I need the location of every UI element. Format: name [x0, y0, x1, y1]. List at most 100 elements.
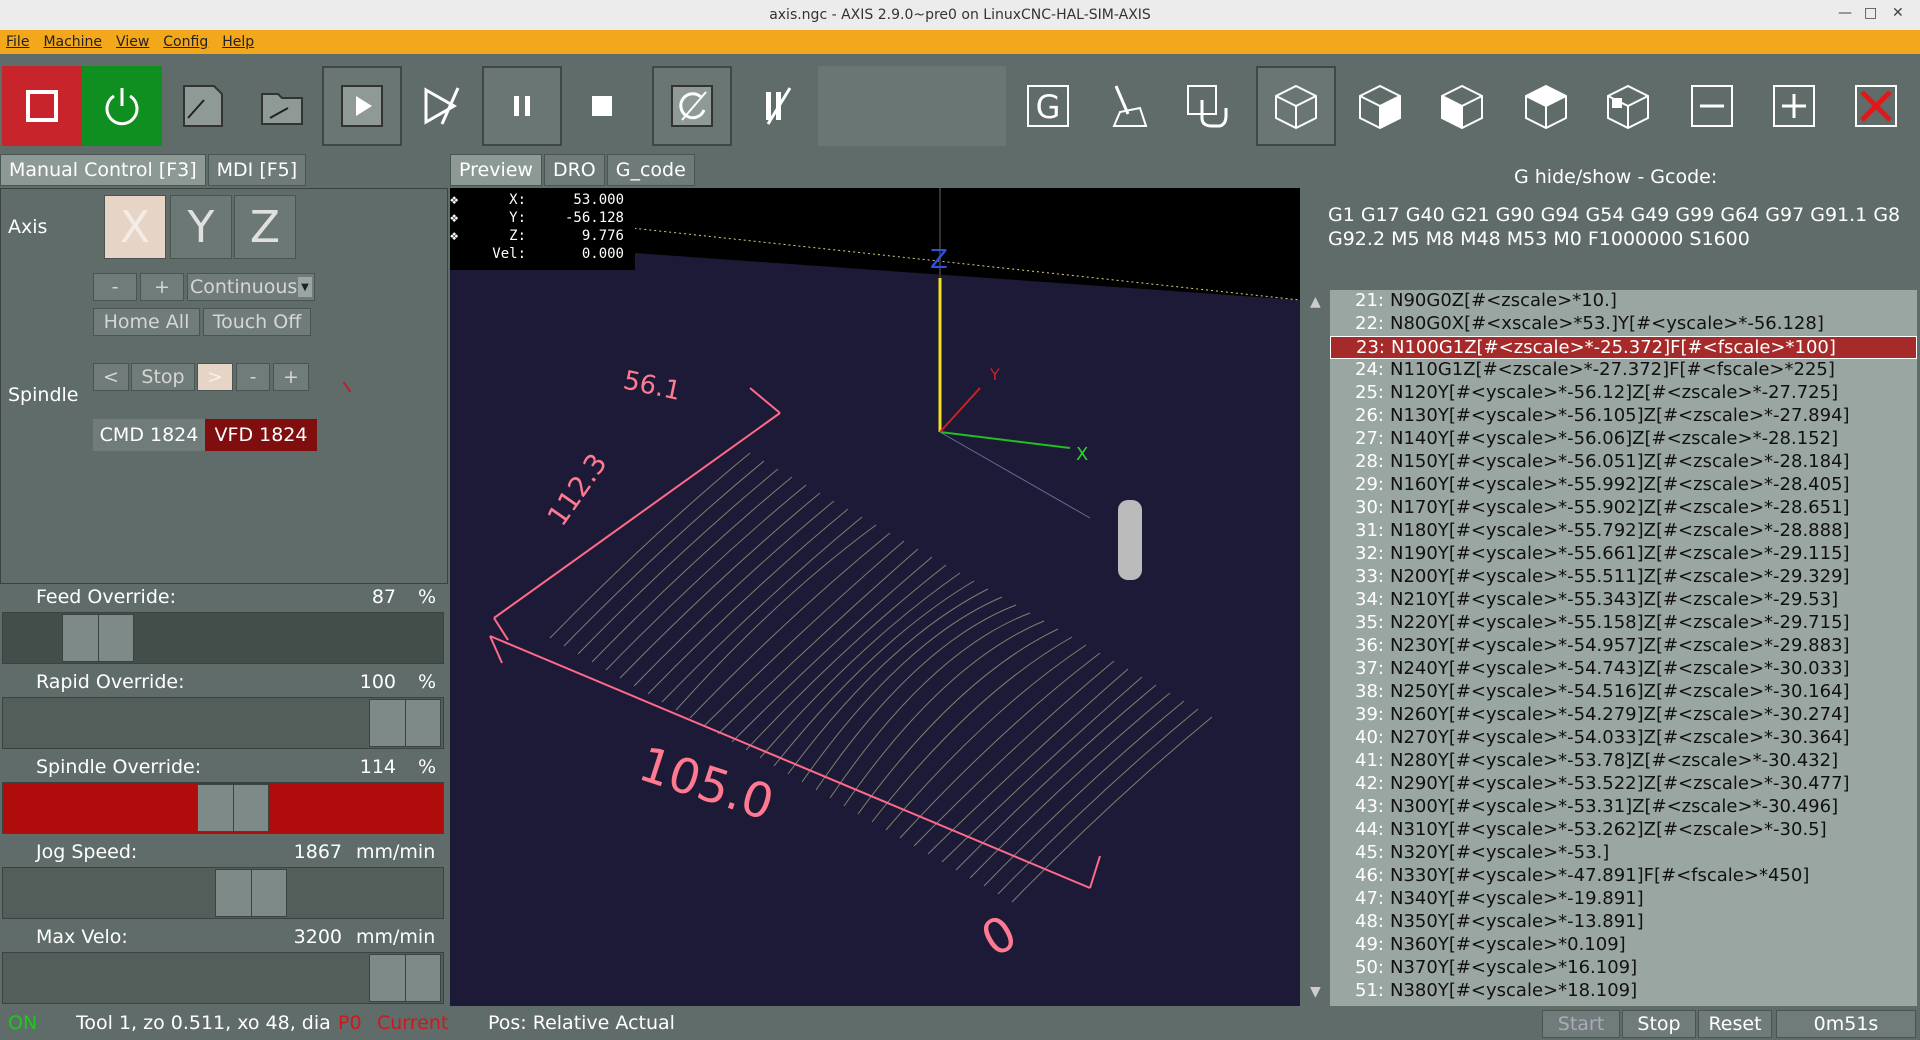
run-button[interactable]: [322, 66, 402, 146]
status-stop-button[interactable]: Stop: [1622, 1010, 1696, 1038]
gcode-line[interactable]: 32: N190Y[#<yscale>*-55.661]Z[#<zscale>*-…: [1330, 543, 1917, 566]
optional-stop-button[interactable]: [736, 66, 816, 146]
gcode-line[interactable]: 27: N140Y[#<yscale>*-56.06]Z[#<zscale>*-2…: [1330, 428, 1917, 451]
tab-gcode[interactable]: G_code: [606, 154, 695, 186]
tab-mdi[interactable]: MDI [F5]: [207, 154, 307, 186]
step-icon: [424, 87, 460, 125]
menu-view[interactable]: View: [116, 34, 149, 50]
spindle-increase-button[interactable]: +: [273, 363, 309, 391]
jog-speed: Jog Speed: 1867 mm/min: [0, 839, 446, 919]
step-button[interactable]: [402, 66, 482, 146]
gcode-line[interactable]: 35: N220Y[#<yscale>*-55.158]Z[#<zscale>*-…: [1330, 612, 1917, 635]
axis-y-button[interactable]: Y: [170, 195, 232, 259]
view-top-button[interactable]: [1340, 66, 1420, 146]
preview-canvas[interactable]: 56.1 112.3 105.0 0 Z X Y ❖ X: 53.000 ❖ Y: -5…: [450, 188, 1300, 1006]
menu-machine[interactable]: Machine: [43, 34, 102, 50]
view-side-button[interactable]: [1506, 66, 1586, 146]
gcode-line[interactable]: 36: N230Y[#<yscale>*-54.957]Z[#<zscale>*-…: [1330, 635, 1917, 658]
gcode-line[interactable]: 28: N150Y[#<yscale>*-56.051]Z[#<zscale>*-…: [1330, 451, 1917, 474]
minimize-icon[interactable]: —: [1838, 5, 1852, 21]
gcode-line[interactable]: 26: N130Y[#<yscale>*-56.105]Z[#<zscale>*-…: [1330, 405, 1917, 428]
gcode-line[interactable]: 49: N360Y[#<yscale>*0.109]: [1330, 934, 1917, 957]
gcode-line[interactable]: 42: N290Y[#<yscale>*-53.522]Z[#<zscale>*-…: [1330, 773, 1917, 796]
menu-help[interactable]: Help: [222, 34, 254, 50]
gcode-line[interactable]: 39: N260Y[#<yscale>*-54.279]Z[#<zscale>*-…: [1330, 704, 1917, 727]
gcode-line[interactable]: 50: N370Y[#<yscale>*16.109]: [1330, 957, 1917, 980]
jog-minus-button[interactable]: -: [93, 273, 137, 301]
estop-button[interactable]: [2, 66, 82, 146]
open-file-button[interactable]: [162, 66, 242, 146]
spindle-override-thumb[interactable]: [197, 784, 269, 832]
reload-file-button[interactable]: [242, 66, 322, 146]
max-velocity-thumb[interactable]: [369, 954, 441, 1002]
view-front-button[interactable]: [1422, 66, 1502, 146]
gcode-scrollbar[interactable]: ▲ ▼: [1308, 294, 1326, 1006]
tab-dro[interactable]: DRO: [543, 154, 605, 186]
pause-button[interactable]: [482, 66, 562, 146]
zoom-in-button[interactable]: [1754, 66, 1834, 146]
stop-button[interactable]: [562, 66, 642, 146]
view-iso-button[interactable]: [1256, 66, 1336, 146]
tab-manual-control[interactable]: Manual Control [F3]: [0, 154, 206, 186]
clear-plot-button[interactable]: [1088, 66, 1168, 146]
spindle-override-slider[interactable]: [2, 782, 444, 834]
g-button[interactable]: G: [1008, 66, 1088, 146]
rapid-override-thumb[interactable]: [369, 699, 441, 747]
menu-file[interactable]: File: [6, 34, 29, 50]
gcode-line[interactable]: 40: N270Y[#<yscale>*-54.033]Z[#<zscale>*-…: [1330, 727, 1917, 750]
view-p-button[interactable]: [1588, 66, 1668, 146]
spindle-ccw-button[interactable]: <: [93, 363, 129, 391]
tool-cylinder: [1118, 500, 1142, 580]
jog-speed-slider[interactable]: [2, 867, 444, 919]
gcode-line[interactable]: 38: N250Y[#<yscale>*-54.516]Z[#<zscale>*-…: [1330, 681, 1917, 704]
gcode-header-title[interactable]: G hide/show - Gcode:: [1514, 166, 1717, 188]
gcode-line[interactable]: 41: N280Y[#<yscale>*-53.78]Z[#<zscale>*-3…: [1330, 750, 1917, 773]
feed-override-slider[interactable]: [2, 612, 444, 664]
spindle-decrease-button[interactable]: -: [236, 363, 270, 391]
gcode-line[interactable]: 21: N90G0Z[#<zscale>*10.]: [1330, 290, 1917, 313]
zoom-out-button[interactable]: [1672, 66, 1752, 146]
scroll-up-icon[interactable]: ▲: [1310, 294, 1321, 310]
start-button[interactable]: Start: [1542, 1010, 1620, 1038]
gcode-list[interactable]: 21: N90G0Z[#<zscale>*10.] 22: N80G0X[#<xsca…: [1330, 290, 1917, 1006]
max-velocity-slider[interactable]: [2, 952, 444, 1004]
gcode-line[interactable]: 25: N120Y[#<yscale>*-56.12]Z[#<zscale>*-2…: [1330, 382, 1917, 405]
gcode-line[interactable]: 46: N330Y[#<yscale>*-47.891]F[#<fscale>*4…: [1330, 865, 1917, 888]
gcode-line[interactable]: 22: N80G0X[#<xscale>*53.]Y[#<yscale>*-56.…: [1330, 313, 1917, 336]
power-button[interactable]: [82, 66, 162, 146]
gcode-line[interactable]: 34: N210Y[#<yscale>*-55.343]Z[#<zscale>*-…: [1330, 589, 1917, 612]
close-window-icon[interactable]: ✕: [1892, 5, 1904, 21]
gcode-line[interactable]: 47: N340Y[#<yscale>*-19.891]: [1330, 888, 1917, 911]
menu-config[interactable]: Config: [163, 34, 208, 50]
gcode-line-current[interactable]: 23: N100G1Z[#<zscale>*-25.372]F[#<fscale>…: [1330, 336, 1917, 359]
gcode-line[interactable]: 51: N380Y[#<yscale>*18.109]: [1330, 980, 1917, 1003]
axis-z-button[interactable]: Z: [234, 195, 296, 259]
gcode-line[interactable]: 30: N170Y[#<yscale>*-55.902]Z[#<zscale>*-…: [1330, 497, 1917, 520]
jog-mode-select[interactable]: Continuous ▼: [187, 273, 315, 301]
spindle-cw-button[interactable]: >: [197, 363, 233, 391]
touch-off-button[interactable]: Touch Off: [203, 308, 311, 336]
scroll-down-icon[interactable]: ▼: [1310, 984, 1321, 1000]
restart-button[interactable]: [652, 66, 732, 146]
gcode-line[interactable]: 48: N350Y[#<yscale>*-13.891]: [1330, 911, 1917, 934]
clear-live-plot-button[interactable]: [1836, 66, 1916, 146]
jog-speed-thumb[interactable]: [215, 869, 287, 917]
feed-override-thumb[interactable]: [62, 614, 134, 662]
home-all-button[interactable]: Home All: [93, 308, 200, 336]
gcode-line[interactable]: 31: N180Y[#<yscale>*-55.792]Z[#<zscale>*-…: [1330, 520, 1917, 543]
maximize-icon[interactable]: □: [1864, 5, 1877, 21]
gcode-line[interactable]: 33: N200Y[#<yscale>*-55.511]Z[#<zscale>*-…: [1330, 566, 1917, 589]
gcode-line[interactable]: 37: N240Y[#<yscale>*-54.743]Z[#<zscale>*-…: [1330, 658, 1917, 681]
axis-x-button[interactable]: X: [104, 195, 166, 259]
gcode-line[interactable]: 45: N320Y[#<yscale>*-53.]: [1330, 842, 1917, 865]
gcode-line[interactable]: 24: N110G1Z[#<zscale>*-27.372]F[#<fscale>…: [1330, 359, 1917, 382]
gcode-line[interactable]: 44: N310Y[#<yscale>*-53.262]Z[#<zscale>*-…: [1330, 819, 1917, 842]
touch-button[interactable]: [1168, 66, 1248, 146]
spindle-stop-button[interactable]: Stop: [131, 363, 195, 391]
gcode-line[interactable]: 29: N160Y[#<yscale>*-55.992]Z[#<zscale>*-…: [1330, 474, 1917, 497]
reset-button[interactable]: Reset: [1698, 1010, 1772, 1038]
rapid-override-slider[interactable]: [2, 697, 444, 749]
tab-preview[interactable]: Preview: [450, 154, 542, 186]
jog-plus-button[interactable]: +: [140, 273, 184, 301]
gcode-line[interactable]: 43: N300Y[#<yscale>*-53.31]Z[#<zscale>*-3…: [1330, 796, 1917, 819]
